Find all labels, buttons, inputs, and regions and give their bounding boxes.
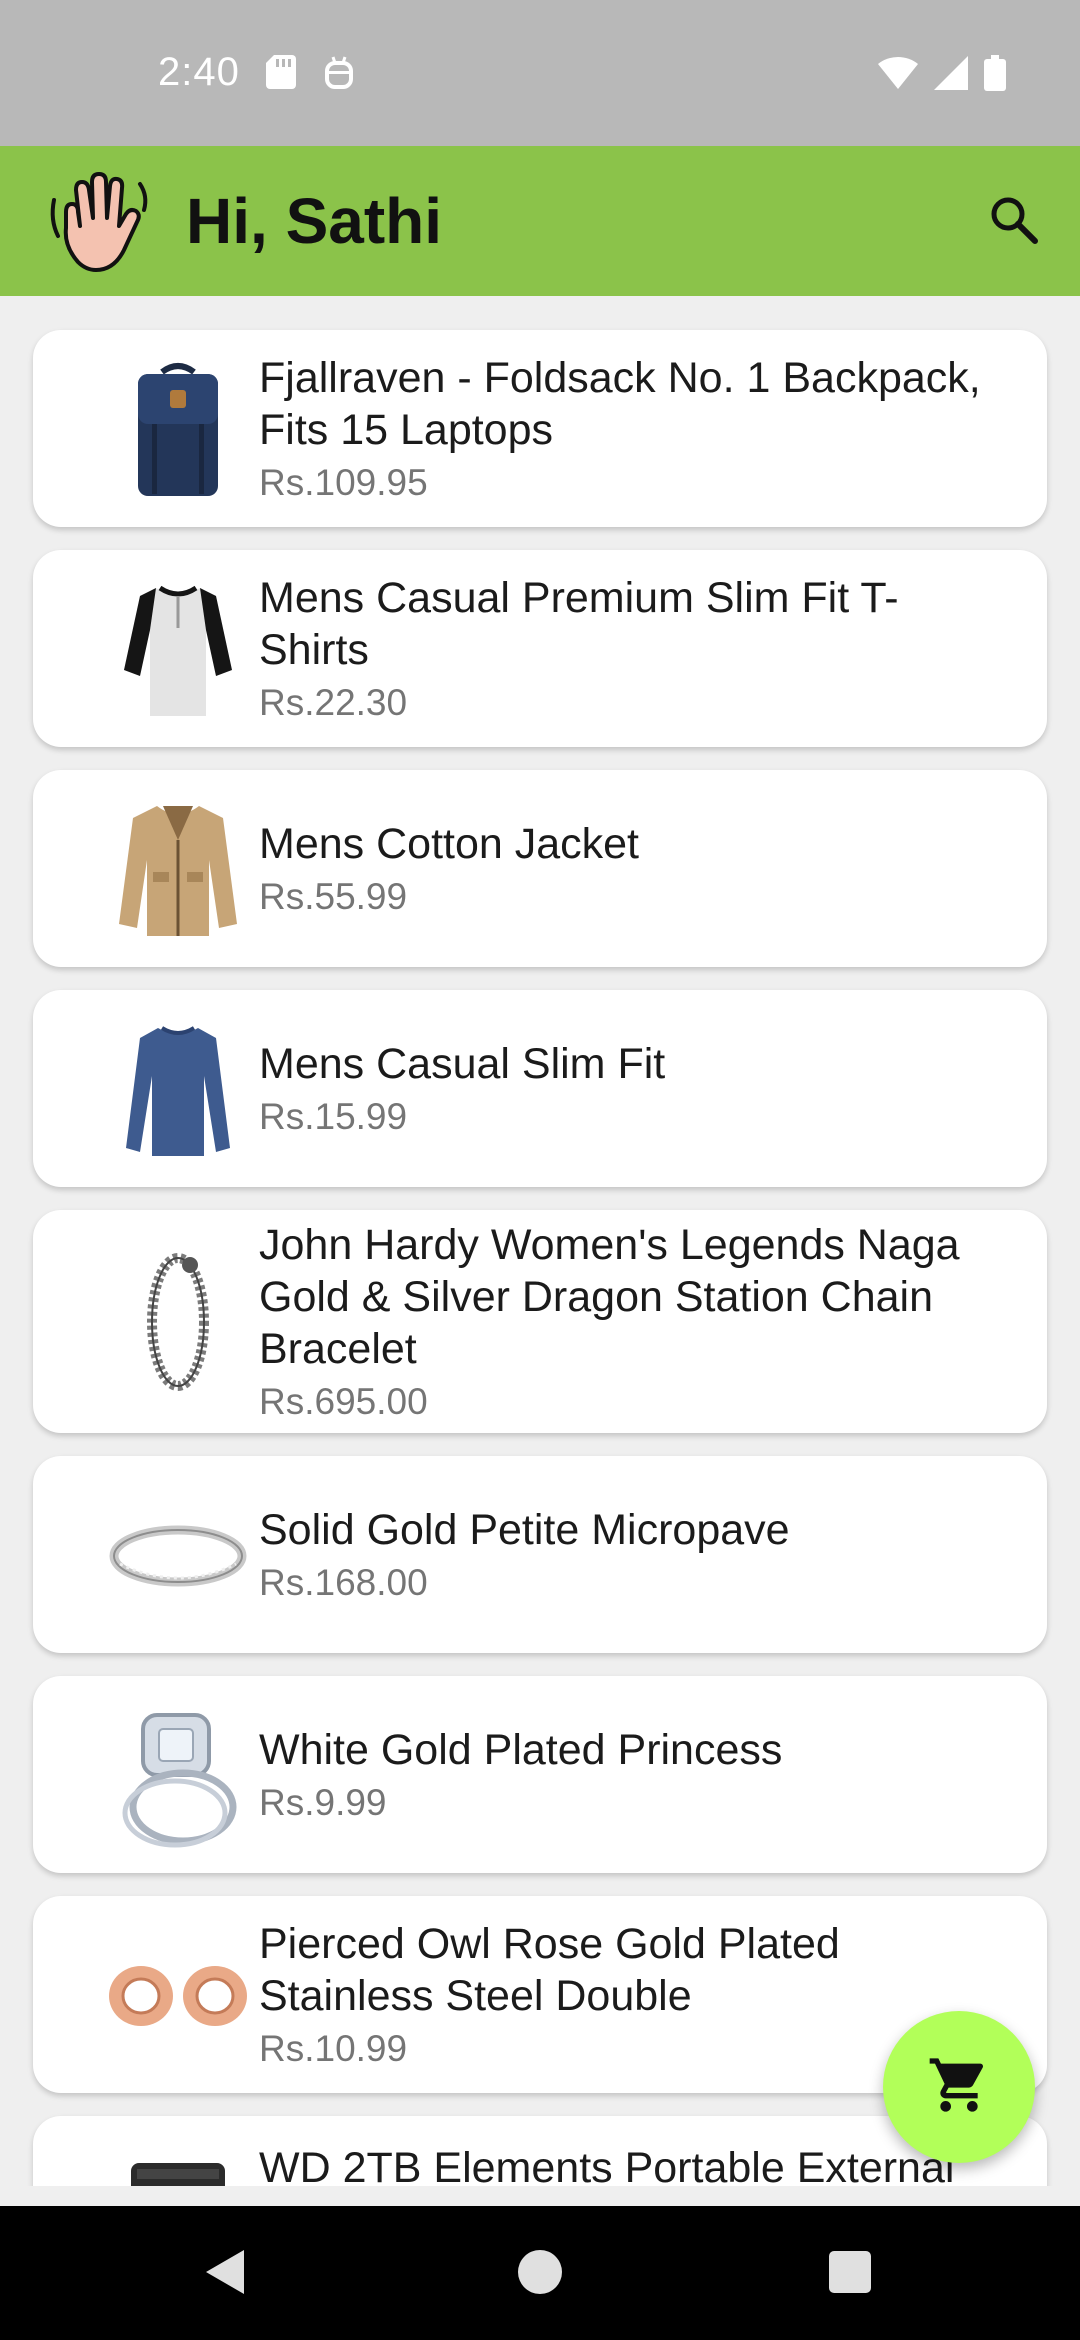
system-nav-bar [0,2206,1080,2340]
product-price: Rs.168.00 [259,1561,428,1603]
tshirt-image [73,570,283,730]
recents-icon[interactable] [829,2251,871,2293]
product-price: Rs.55.99 [259,875,408,917]
greeting-title: Hi, Sathi [186,185,443,257]
product-title: Solid Gold Petite Micropave [259,1505,790,1554]
product-price: Rs.109.95 [259,461,428,503]
waving-hand-icon [44,170,154,274]
ring-princess-image [73,1696,283,1856]
product-title: John Hardy Women's Legends Naga Gold & S… [259,1220,960,1373]
sd-card-icon [266,55,296,94]
battery-icon [984,55,1006,96]
backpack-image [73,350,283,510]
home-icon[interactable] [518,2250,562,2294]
jacket-image [73,790,283,950]
product-card[interactable]: Mens Cotton Jacket Rs.55.99 [33,770,1047,967]
bracelet-image [73,1242,283,1402]
product-title: Mens Casual Slim Fit [259,1039,666,1088]
status-time: 2:40 [158,50,240,94]
product-card[interactable]: Solid Gold Petite Micropave Rs.168.00 [33,1456,1047,1653]
hard-drive-image [73,2136,283,2186]
product-title: Mens Casual Premium Slim Fit T-Shirts [259,573,899,674]
longsleeve-image [73,1010,283,1170]
product-title: WD 2TB Elements Portable External [259,2144,955,2186]
wifi-icon [878,56,918,95]
product-card[interactable]: John Hardy Women's Legends Naga Gold & S… [33,1210,1047,1433]
product-title: Pierced Owl Rose Gold Plated Stainless S… [259,1919,840,2020]
ring-band-image [73,1476,283,1636]
product-price: Rs.15.99 [259,1095,408,1137]
product-price: Rs.9.99 [259,1781,387,1823]
back-icon[interactable] [200,2246,248,2303]
status-bar: 2:40 [0,0,1080,146]
search-icon [988,194,1040,251]
android-debug-icon [324,55,354,94]
cart-fab-button[interactable] [883,2011,1035,2163]
product-title: Fjallraven - Foldsack No. 1 Backpack, Fi… [259,353,981,454]
product-card[interactable]: Mens Casual Premium Slim Fit T-Shirts Rs… [33,550,1047,747]
product-price: Rs.695.00 [259,1380,428,1422]
product-card[interactable]: Mens Casual Slim Fit Rs.15.99 [33,990,1047,1187]
product-card[interactable]: Fjallraven - Foldsack No. 1 Backpack, Fi… [33,330,1047,527]
product-list[interactable]: Fjallraven - Foldsack No. 1 Backpack, Fi… [0,296,1080,2186]
signal-icon [934,56,968,95]
app-bar: Hi, Sathi [0,146,1080,296]
earrings-image [73,1916,283,2076]
search-button[interactable] [978,186,1050,258]
product-title: Mens Cotton Jacket [259,819,640,868]
cart-icon [927,2053,991,2122]
product-title: White Gold Plated Princess [259,1725,783,1774]
product-price: Rs.22.30 [259,681,408,723]
product-card[interactable]: White Gold Plated Princess Rs.9.99 [33,1676,1047,1873]
